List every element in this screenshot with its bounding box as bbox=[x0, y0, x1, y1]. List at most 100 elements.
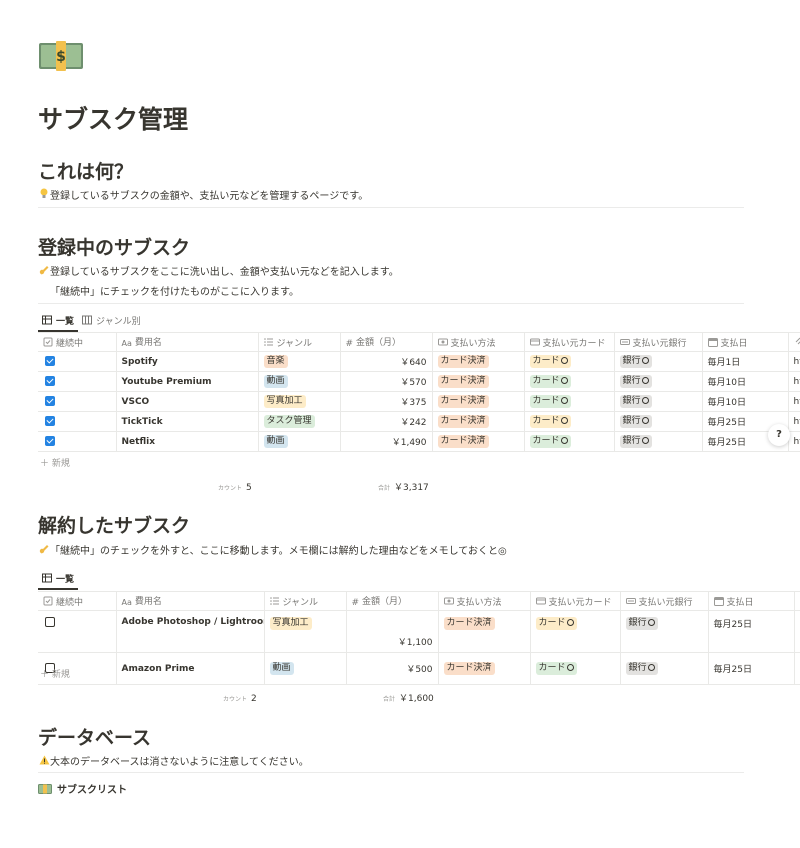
cell-name[interactable]: Spotify bbox=[116, 351, 259, 372]
cell-name[interactable]: VSCO bbox=[116, 391, 259, 412]
cell-amount[interactable]: ￥242 bbox=[340, 411, 433, 432]
cell-name[interactable]: TickTick bbox=[116, 411, 259, 432]
cell-card[interactable]: カード bbox=[530, 652, 621, 685]
cell-bank[interactable]: 銀行 bbox=[614, 391, 703, 412]
cell-date[interactable]: 毎月10日 bbox=[702, 391, 789, 412]
help-button[interactable]: ? bbox=[768, 424, 790, 446]
column-header-name[interactable]: Aa 費用名 bbox=[116, 591, 265, 611]
cell-bank[interactable]: 銀行 bbox=[620, 610, 709, 653]
sum-summary[interactable]: 合計 ￥3,317 bbox=[378, 475, 429, 494]
cell-bank[interactable]: 銀行 bbox=[614, 411, 703, 432]
database-link[interactable]: サブスクリスト bbox=[38, 781, 127, 796]
column-header-continuing[interactable]: 継続中 bbox=[38, 591, 117, 611]
tab-table-view[interactable]: 一覧 bbox=[38, 568, 79, 590]
continuing-checkbox[interactable] bbox=[45, 436, 55, 447]
cell-extra[interactable]: M bbox=[794, 610, 800, 653]
cell-date[interactable]: 毎月25日 bbox=[708, 610, 795, 653]
column-header-memo[interactable] bbox=[794, 591, 800, 611]
sum-summary[interactable]: 合計 ￥1,600 bbox=[383, 686, 434, 705]
cell-method[interactable]: カード決済 bbox=[432, 391, 525, 412]
table-row[interactable]: Youtube Premium 動画 ￥570 カード決済 カード 銀行 毎月10日 ht bbox=[38, 371, 800, 392]
cell-name[interactable]: Netflix bbox=[116, 431, 259, 452]
column-header-continuing[interactable]: 継続中 bbox=[38, 332, 117, 352]
cell-amount[interactable]: ￥500 bbox=[346, 652, 439, 685]
cell-continuing[interactable] bbox=[38, 411, 117, 432]
count-summary[interactable]: カウント 5 bbox=[218, 475, 252, 494]
cell-name[interactable]: Amazon Prime bbox=[116, 652, 265, 685]
column-header-date[interactable]: 支払日 bbox=[702, 332, 789, 352]
cell-name[interactable]: Youtube Premium bbox=[116, 371, 259, 392]
cell-genre[interactable]: タスク管理 bbox=[258, 411, 341, 432]
cell-genre[interactable]: 写真加工 bbox=[258, 391, 341, 412]
column-header-amount[interactable]: # 金額（月） bbox=[346, 591, 439, 611]
cell-bank[interactable]: 銀行 bbox=[620, 652, 709, 685]
cell-continuing[interactable] bbox=[38, 371, 117, 392]
cell-extra[interactable]: ht bbox=[788, 391, 800, 412]
cell-date[interactable]: 毎月10日 bbox=[702, 371, 789, 392]
column-header-url[interactable] bbox=[788, 332, 800, 352]
cell-bank[interactable]: 銀行 bbox=[614, 371, 703, 392]
continuing-checkbox[interactable] bbox=[45, 356, 55, 367]
cell-name[interactable]: Adobe Photoshop / Lightroom bbox=[116, 610, 265, 653]
tab-genre-view[interactable]: ジャンル別 bbox=[78, 310, 145, 330]
cell-method[interactable]: カード決済 bbox=[432, 371, 525, 392]
column-header-date[interactable]: 支払日 bbox=[708, 591, 795, 611]
column-header-card[interactable]: 支払い元カード bbox=[524, 332, 615, 352]
column-header-name[interactable]: Aa 費用名 bbox=[116, 332, 259, 352]
cell-card[interactable]: カード bbox=[524, 411, 615, 432]
column-header-bank[interactable]: 支払い元銀行 bbox=[620, 591, 709, 611]
cell-method[interactable]: カード決済 bbox=[438, 610, 531, 653]
cell-method[interactable]: カード決済 bbox=[432, 431, 525, 452]
cell-method[interactable]: カード決済 bbox=[438, 652, 531, 685]
cell-genre[interactable]: 音楽 bbox=[258, 351, 341, 372]
cell-card[interactable]: カード bbox=[524, 391, 615, 412]
cell-genre[interactable]: 動画 bbox=[258, 371, 341, 392]
count-summary[interactable]: カウント 2 bbox=[223, 686, 257, 705]
cell-amount[interactable]: ￥375 bbox=[340, 391, 433, 412]
continuing-checkbox[interactable] bbox=[45, 376, 55, 387]
column-header-bank[interactable]: 支払い元銀行 bbox=[614, 332, 703, 352]
cell-bank[interactable]: 銀行 bbox=[614, 431, 703, 452]
cell-card[interactable]: カード bbox=[524, 431, 615, 452]
continuing-checkbox[interactable] bbox=[45, 617, 55, 627]
cell-amount[interactable]: ￥1,100 bbox=[346, 610, 439, 653]
cell-continuing[interactable] bbox=[38, 610, 117, 653]
cell-genre[interactable]: 動画 bbox=[258, 431, 341, 452]
cell-amount[interactable]: ￥570 bbox=[340, 371, 433, 392]
table-row[interactable]: Netflix 動画 ￥1,490 カード決済 カード 銀行 毎月25日 ht bbox=[38, 431, 800, 452]
table-row[interactable]: Adobe Photoshop / Lightroom 写真加工 ￥1,100 カード… bbox=[38, 610, 800, 653]
cell-continuing[interactable] bbox=[38, 391, 117, 412]
cell-extra[interactable]: ht bbox=[788, 351, 800, 372]
dollar-bill-icon[interactable]: $ bbox=[38, 40, 84, 72]
column-header-method[interactable]: 支払い方法 bbox=[438, 591, 531, 611]
column-header-amount[interactable]: # 金額（月） bbox=[340, 332, 433, 352]
cell-amount[interactable]: ￥640 bbox=[340, 351, 433, 372]
cell-card[interactable]: カード bbox=[530, 610, 621, 653]
add-new-row-button[interactable]: ＋ 新規 bbox=[40, 456, 70, 469]
cell-extra[interactable]: ht bbox=[788, 411, 800, 432]
column-header-genre[interactable]: ジャンル bbox=[264, 591, 347, 611]
continuing-checkbox[interactable] bbox=[45, 396, 55, 407]
column-header-card[interactable]: 支払い元カード bbox=[530, 591, 621, 611]
tab-table-view[interactable]: 一覧 bbox=[38, 310, 79, 332]
cell-continuing[interactable] bbox=[38, 351, 117, 372]
cell-method[interactable]: カード決済 bbox=[432, 411, 525, 432]
cell-date[interactable]: 毎月25日 bbox=[708, 652, 795, 685]
cell-continuing[interactable] bbox=[38, 431, 117, 452]
cell-extra[interactable]: ht bbox=[788, 371, 800, 392]
cell-card[interactable]: カード bbox=[524, 371, 615, 392]
column-header-method[interactable]: 支払い方法 bbox=[432, 332, 525, 352]
cell-genre[interactable]: 写真加工 bbox=[264, 610, 347, 653]
cell-amount[interactable]: ￥1,490 bbox=[340, 431, 433, 452]
cell-extra[interactable]: M bbox=[794, 652, 800, 685]
column-header-genre[interactable]: ジャンル bbox=[258, 332, 341, 352]
cell-card[interactable]: カード bbox=[524, 351, 615, 372]
continuing-checkbox[interactable] bbox=[45, 416, 55, 427]
table-row[interactable]: TickTick タスク管理 ￥242 カード決済 カード 銀行 毎月25日 ht bbox=[38, 411, 800, 432]
add-new-row-button[interactable]: ＋ 新規 bbox=[40, 667, 70, 680]
cell-bank[interactable]: 銀行 bbox=[614, 351, 703, 372]
cell-method[interactable]: カード決済 bbox=[432, 351, 525, 372]
table-row[interactable]: VSCO 写真加工 ￥375 カード決済 カード 銀行 毎月10日 ht bbox=[38, 391, 800, 412]
table-row[interactable]: Spotify 音楽 ￥640 カード決済 カード 銀行 毎月1日 ht bbox=[38, 351, 800, 372]
table-row[interactable]: Amazon Prime 動画 ￥500 カード決済 カード 銀行 毎月25日 M bbox=[38, 652, 800, 685]
